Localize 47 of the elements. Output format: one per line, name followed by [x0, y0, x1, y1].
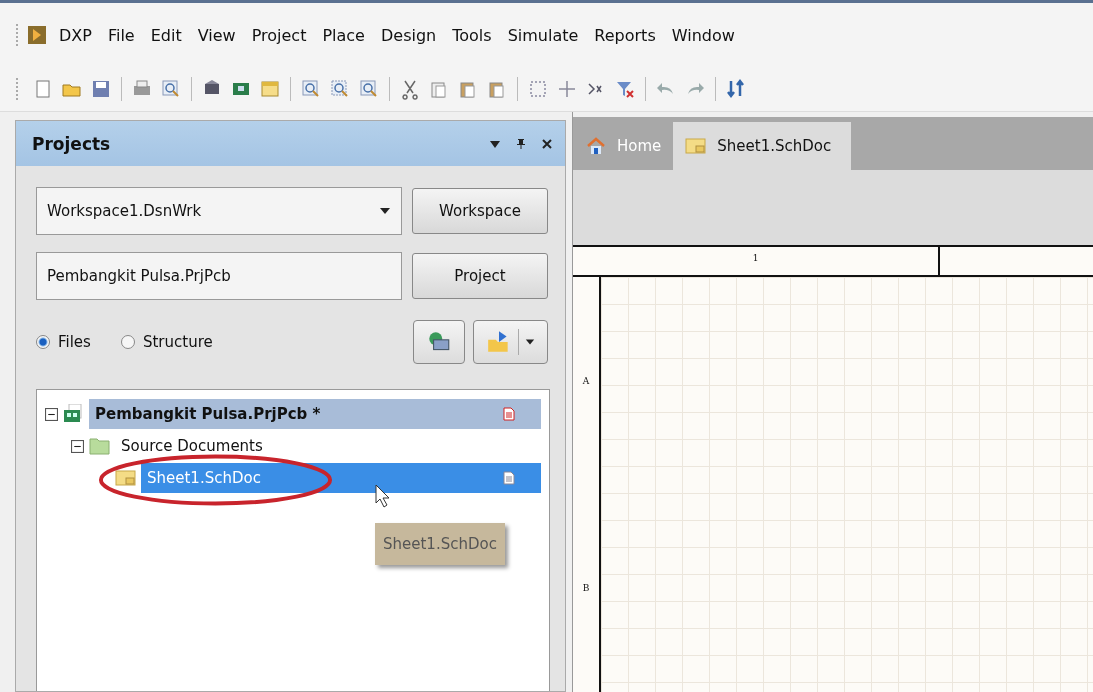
pin-icon[interactable]	[515, 137, 527, 150]
board-icon	[63, 404, 85, 424]
document-tab[interactable]: Sheet1.SchDoc	[673, 122, 852, 170]
project-button[interactable]: Project	[412, 253, 548, 299]
document-icon	[503, 407, 515, 421]
mouse-cursor-icon	[375, 484, 391, 508]
menu-item[interactable]: Project	[243, 23, 315, 47]
schematic-doc-icon	[685, 136, 708, 156]
tooltip: Sheet1.SchDoc	[375, 523, 505, 565]
menu-item[interactable]: Place	[314, 23, 373, 47]
schematic-doc-icon	[115, 468, 137, 488]
menu-item[interactable]: Tools	[444, 23, 500, 47]
menu-item[interactable]: Window	[663, 23, 743, 47]
project-options-button[interactable]	[473, 320, 548, 364]
menu-item[interactable]: DXP	[51, 23, 100, 47]
menu-item[interactable]: Reports	[586, 23, 664, 47]
caret-icon	[525, 337, 535, 347]
app-logo-icon	[27, 25, 47, 45]
workspace-button[interactable]: Workspace	[412, 188, 548, 234]
collapse-toggle[interactable]	[71, 439, 85, 453]
sort-tool-icon[interactable]	[725, 78, 747, 100]
folder-icon	[89, 436, 111, 456]
collapse-toggle[interactable]	[45, 407, 59, 421]
close-icon[interactable]	[541, 137, 553, 150]
move-tool-icon[interactable]	[556, 78, 578, 100]
zone-label: B	[582, 583, 590, 594]
radio-option[interactable]: Structure	[120, 333, 213, 351]
compile-button[interactable]	[413, 320, 465, 364]
menu-item[interactable]: View	[189, 23, 244, 47]
menu-item[interactable]: Design	[372, 23, 445, 47]
zone-label: A	[582, 375, 590, 386]
home-icon	[585, 136, 607, 156]
panel-title: Projects	[32, 133, 112, 154]
save-tool-icon[interactable]	[90, 78, 112, 100]
tree-item[interactable]: Pembangkit Pulsa.PrjPcb *	[89, 399, 541, 429]
project-field[interactable]: Pembangkit Pulsa.PrjPcb	[36, 252, 402, 300]
cut-tool-icon[interactable]	[399, 78, 421, 100]
menu-item[interactable]: Simulate	[499, 23, 587, 47]
zone-label: 1	[573, 247, 940, 275]
menu-item[interactable]: Edit	[142, 23, 190, 47]
tree-item[interactable]: Source Documents	[115, 431, 541, 461]
window-tool-icon[interactable]	[259, 78, 281, 100]
radio-option[interactable]: Files	[36, 333, 91, 351]
select-tool-icon[interactable]	[527, 78, 549, 100]
document-icon	[503, 471, 515, 485]
workspace-combo[interactable]: Workspace1.DsnWrk	[36, 187, 402, 235]
menu-item[interactable]: File	[99, 23, 143, 47]
